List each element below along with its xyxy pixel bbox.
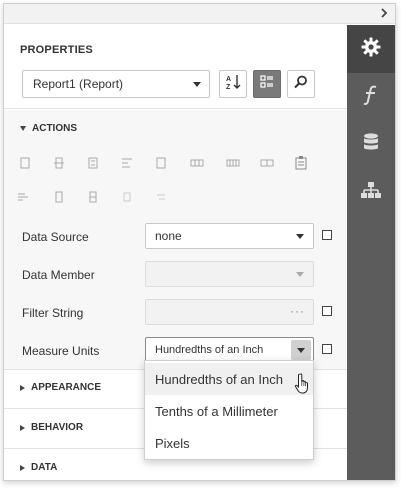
sort-alphabetical-icon: A Z <box>224 73 242 96</box>
hspacing-increase-icon[interactable] <box>86 190 100 204</box>
caret-down-icon <box>20 126 26 131</box>
property-label-filter-string: Filter String <box>22 306 84 320</box>
section-label: APPEARANCE <box>31 382 102 393</box>
screenshot-stage: PROPERTIES Report1 (Report) A Z ACTIONS … <box>0 0 401 491</box>
vspacing-equal-icon[interactable] <box>154 190 168 204</box>
chevron-down-icon <box>193 82 201 87</box>
panel-top-strip <box>4 4 395 24</box>
database-icon <box>362 132 380 159</box>
section-header-data[interactable]: DATA <box>20 462 57 473</box>
align-center-icon[interactable] <box>52 156 66 170</box>
chevron-down-icon <box>297 348 305 353</box>
align-bottom-icon[interactable] <box>190 156 204 170</box>
object-select-value: Report1 (Report) <box>33 77 124 91</box>
section-label: BEHAVIOR <box>31 422 84 433</box>
categories-icon <box>259 74 275 95</box>
hand-cursor-icon <box>294 373 312 402</box>
filter-string-editor[interactable]: ··· <box>145 299 314 325</box>
align-left-icon[interactable] <box>18 156 32 170</box>
svg-text:Z: Z <box>226 84 231 91</box>
caret-right-icon <box>20 384 25 391</box>
svg-text:A: A <box>226 76 231 83</box>
icon-rail <box>347 25 395 480</box>
dropdown-option[interactable]: Hundredths of an Inch <box>145 363 313 395</box>
chevron-down-icon <box>296 272 304 277</box>
categories-button[interactable] <box>253 70 281 98</box>
property-label-data-source: Data Source <box>22 230 89 244</box>
tab-expressions[interactable] <box>347 73 395 121</box>
property-marker[interactable] <box>322 344 332 354</box>
measure-units-value: Hundredths of an Inch <box>155 344 264 356</box>
section-label: ACTIONS <box>32 123 77 134</box>
data-source-select[interactable]: none <box>145 223 314 249</box>
chevron-right-icon[interactable] <box>377 6 391 20</box>
ellipsis-icon[interactable]: ··· <box>290 304 305 318</box>
dropdown-button[interactable] <box>291 340 311 360</box>
tab-properties[interactable] <box>347 25 395 73</box>
measure-units-dropdown: Hundredths of an Inch Tenths of a Millim… <box>144 360 314 460</box>
section-header-behavior[interactable]: BEHAVIOR <box>20 422 83 433</box>
sort-alphabetical-button[interactable]: A Z <box>219 70 247 98</box>
panel-title: PROPERTIES <box>20 44 93 56</box>
property-marker[interactable] <box>322 306 332 316</box>
property-label-data-member: Data Member <box>22 268 95 282</box>
data-source-value: none <box>155 229 182 243</box>
section-header-appearance[interactable]: APPEARANCE <box>20 382 101 393</box>
hierarchy-icon <box>360 181 382 206</box>
vspacing-decrease-icon[interactable] <box>120 190 134 204</box>
caret-right-icon <box>20 464 25 471</box>
align-right-icon[interactable] <box>86 156 100 170</box>
section-header-actions[interactable]: ACTIONS <box>20 123 77 134</box>
object-select[interactable]: Report1 (Report) <box>22 70 210 98</box>
dropdown-option[interactable]: Pixels <box>145 427 313 459</box>
chevron-down-icon <box>296 234 304 239</box>
align-middle-icon[interactable] <box>154 156 168 170</box>
gear-icon <box>360 36 382 63</box>
section-label: DATA <box>31 462 58 473</box>
actions-section-divider <box>4 108 347 109</box>
hspacing-decrease-icon[interactable] <box>16 190 30 204</box>
tab-report-explorer[interactable] <box>347 169 395 217</box>
function-icon <box>361 84 381 111</box>
property-marker[interactable] <box>322 230 332 240</box>
property-label-measure-units: Measure Units <box>22 344 100 358</box>
clipboard-icon[interactable] <box>294 156 308 170</box>
search-button[interactable] <box>287 70 315 98</box>
dropdown-option[interactable]: Tenths of a Millimeter <box>145 395 313 427</box>
align-top-icon[interactable] <box>120 156 134 170</box>
hspacing-equal-icon[interactable] <box>52 190 66 204</box>
data-member-select[interactable] <box>145 261 314 287</box>
make-same-width-icon[interactable] <box>260 156 274 170</box>
size-to-grid-icon[interactable] <box>226 156 240 170</box>
tab-data-sources[interactable] <box>347 121 395 169</box>
search-icon <box>293 74 309 95</box>
caret-right-icon <box>20 424 25 431</box>
